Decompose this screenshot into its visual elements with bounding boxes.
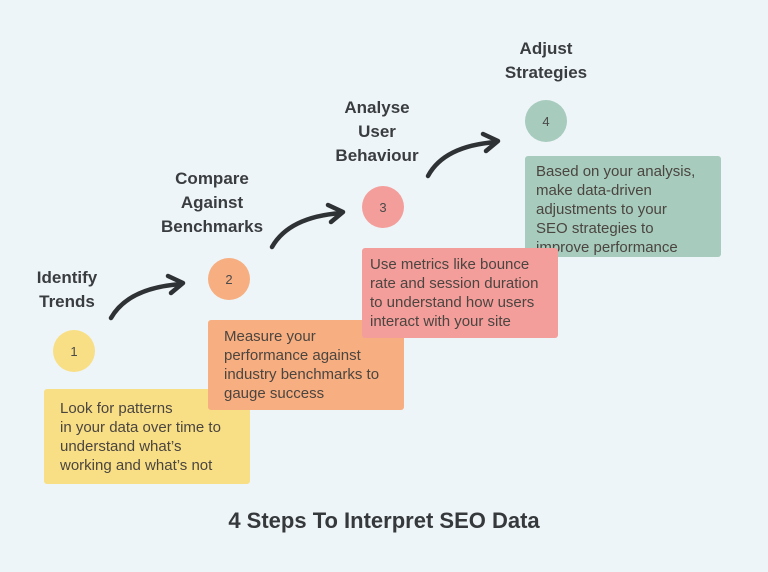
- step-3-heading: Analyse User Behaviour: [335, 96, 418, 168]
- step-3-description-line: Use metrics like bounce: [370, 256, 530, 273]
- step-4-number-badge: 4: [525, 100, 567, 142]
- step-3-heading-line: User: [358, 122, 396, 141]
- arrow-right-curved-icon: [108, 273, 186, 321]
- step-1-heading-line: Trends: [39, 292, 95, 311]
- step-1-description-line: understand what’s: [60, 438, 182, 455]
- step-3-heading-line: Behaviour: [335, 146, 419, 165]
- step-3-description-line: to understand how users: [370, 294, 535, 311]
- step-1-number: 1: [70, 343, 78, 359]
- step-2-heading-line: Compare: [175, 169, 249, 188]
- step-4-number: 4: [542, 113, 550, 129]
- step-3-number-badge: 3: [362, 186, 404, 228]
- step-2-number-badge: 2: [208, 258, 250, 300]
- step-2-description-line: industry benchmarks to: [224, 366, 380, 383]
- step-2-description-line: performance against: [224, 347, 361, 364]
- step-4-heading: Adjust Strategies: [505, 37, 587, 85]
- step-2-heading: Compare Against Benchmarks: [161, 167, 263, 239]
- arrow-right-curved-icon: [269, 202, 346, 250]
- step-4-description-line: make data-driven: [536, 182, 652, 199]
- step-1-heading-line: Identify: [36, 268, 98, 287]
- step-2-heading-line: Against: [180, 193, 244, 212]
- step-3-heading-line: Analyse: [344, 98, 410, 117]
- step-3-description-box: Use metrics like bounce rate and session…: [362, 248, 558, 338]
- step-4-description-line: adjustments to your: [536, 201, 667, 218]
- step-4-heading-line: Strategies: [504, 63, 588, 82]
- step-2-description-line: gauge success: [224, 385, 325, 402]
- step-4-description-line: SEO strategies to: [536, 220, 654, 237]
- step-4-description-box: Based on your analysis, make data-driven…: [525, 156, 721, 257]
- step-1-heading: Identify Trends: [37, 266, 97, 314]
- page-title: 4 Steps To Interpret SEO Data: [228, 508, 540, 533]
- step-4-description-line: improve performance: [536, 239, 678, 256]
- step-3-description-line: interact with your site: [370, 313, 511, 330]
- step-1-description-line: working and what’s not: [60, 457, 213, 474]
- step-1-description-line: in your data over time to: [60, 419, 221, 436]
- step-1-number-badge: 1: [53, 330, 95, 372]
- step-2-number: 2: [225, 271, 233, 287]
- step-2-heading-line: Benchmarks: [160, 217, 264, 236]
- step-3-description-line: rate and session duration: [370, 275, 539, 292]
- step-4-description-line: Based on your analysis,: [536, 163, 696, 180]
- arrow-right-curved-icon: [425, 131, 501, 179]
- step-3-number: 3: [379, 199, 387, 215]
- step-4-heading-line: Adjust: [519, 39, 573, 58]
